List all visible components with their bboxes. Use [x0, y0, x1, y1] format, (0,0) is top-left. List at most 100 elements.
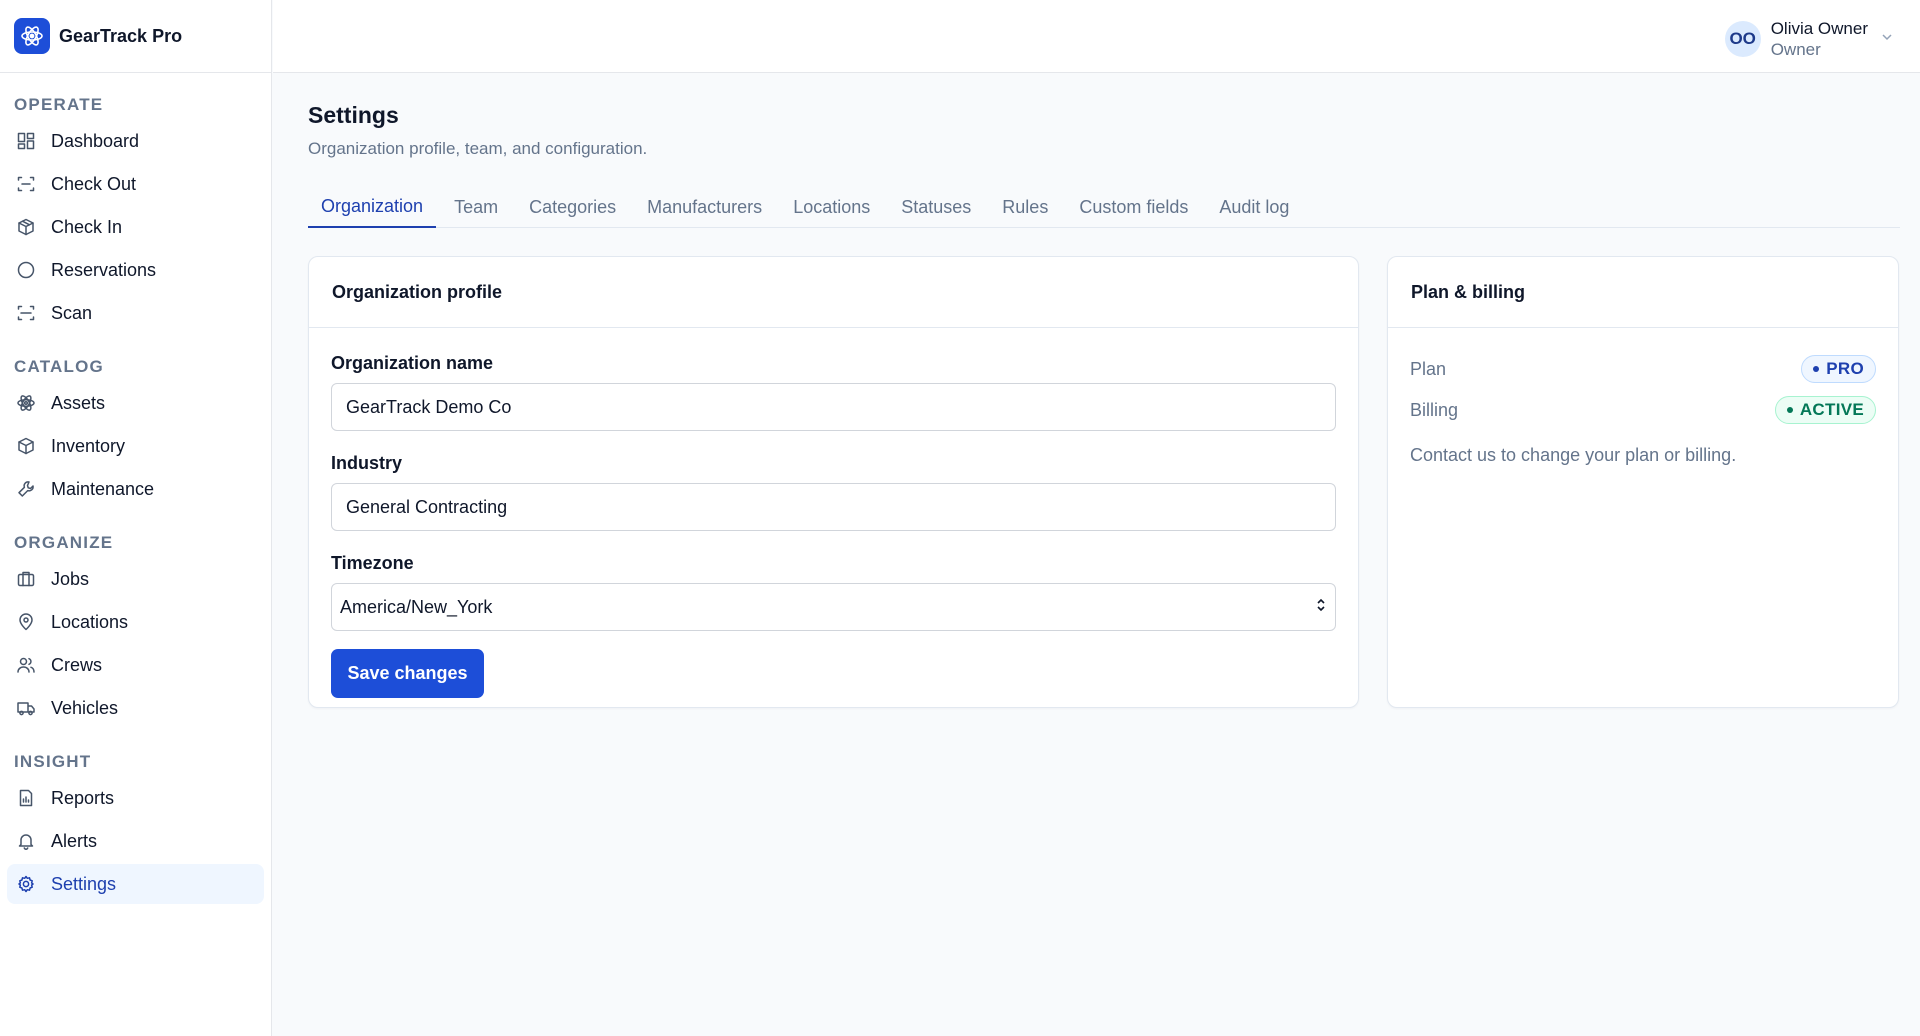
tab-custom-fields[interactable]: Custom fields	[1066, 186, 1201, 228]
nav-section-operate: OPERATE Dashboard Check Out Check In Reserva…	[0, 85, 271, 333]
plan-label: Plan	[1410, 358, 1447, 379]
page-title: Settings	[308, 102, 399, 128]
sidebar-item-reservations[interactable]: Reservations	[7, 250, 264, 290]
bell-icon	[15, 830, 37, 852]
grid-icon	[15, 130, 37, 152]
card-title: Organization profile	[309, 257, 1358, 328]
sidebar-item-vehicles[interactable]: Vehicles	[7, 688, 264, 728]
sidebar-item-label: Check In	[51, 216, 123, 237]
tab-statuses[interactable]: Statuses	[888, 186, 984, 228]
billing-row: Billing ACTIVE	[1410, 395, 1876, 425]
scan-frame-icon	[15, 173, 37, 195]
tab-audit-log[interactable]: Audit log	[1206, 186, 1302, 228]
top-bar: OO Olivia Owner Owner	[273, 0, 1920, 73]
sidebar-item-label: Reports	[51, 787, 115, 808]
sidebar-item-label: Crews	[51, 654, 103, 675]
sidebar-nav: OPERATE Dashboard Check Out Check In Reserva…	[0, 85, 271, 904]
tab-rules[interactable]: Rules	[989, 186, 1061, 228]
sidebar-item-label: Settings	[51, 873, 117, 894]
nav-heading: CATALOG	[14, 357, 104, 376]
brand-name: GearTrack Pro	[59, 25, 183, 46]
user-role: Owner	[1770, 40, 1821, 59]
timezone-label: Timezone	[331, 553, 414, 573]
sidebar-item-label: Maintenance	[51, 478, 155, 499]
sidebar-item-reports[interactable]: Reports	[7, 778, 264, 818]
sidebar-item-locations[interactable]: Locations	[7, 602, 264, 642]
chevron-down-icon	[1880, 30, 1894, 49]
sidebar-item-label: Reservations	[51, 259, 157, 280]
dot-icon	[1813, 366, 1820, 372]
plan-billing-card: Plan & billing Plan PRO Billing ACTIVE C…	[1387, 256, 1899, 708]
dot-icon	[1786, 407, 1793, 413]
atom-logo-icon	[14, 18, 50, 54]
organization-name-input[interactable]: GearTrack Demo Co	[331, 383, 1336, 431]
timezone-value: America/New_York	[340, 596, 493, 617]
sidebar-item-label: Check Out	[51, 173, 137, 194]
avatar: OO	[1724, 21, 1761, 57]
timezone-select[interactable]: America/New_York	[331, 583, 1336, 631]
billing-badge: ACTIVE	[1774, 396, 1876, 424]
nav-section-insight: INSIGHT Reports Alerts Settings	[0, 742, 271, 904]
map-pin-icon	[15, 611, 37, 633]
sidebar-item-label: Jobs	[51, 568, 90, 589]
sidebar-item-assets[interactable]: Assets	[7, 383, 264, 423]
brand[interactable]: GearTrack Pro	[0, 0, 271, 73]
industry-label: Industry	[331, 453, 403, 473]
plan-note: Contact us to change your plan or billin…	[1410, 445, 1737, 465]
wrench-icon	[15, 478, 37, 500]
atom-icon	[15, 392, 37, 414]
sidebar-item-label: Scan	[51, 302, 93, 323]
sidebar-item-label: Locations	[51, 611, 129, 632]
gear-icon	[15, 873, 37, 895]
report-icon	[15, 787, 37, 809]
sidebar-item-dashboard[interactable]: Dashboard	[7, 121, 264, 161]
plan-row: Plan PRO	[1410, 354, 1876, 384]
sidebar-item-label: Inventory	[51, 435, 126, 456]
save-changes-button[interactable]: Save changes	[331, 649, 484, 698]
box-icon	[15, 216, 37, 238]
tab-team[interactable]: Team	[441, 186, 511, 228]
users-icon	[15, 654, 37, 676]
scan-icon	[15, 302, 37, 324]
tab-categories[interactable]: Categories	[516, 186, 629, 228]
page-subtitle: Organization profile, team, and configur…	[308, 139, 648, 158]
sidebar-item-scan[interactable]: Scan	[7, 293, 264, 333]
billing-label: Billing	[1410, 399, 1459, 420]
briefcase-icon	[15, 568, 37, 590]
truck-icon	[15, 697, 37, 719]
industry-input[interactable]: General Contracting	[331, 483, 1336, 531]
plan-badge: PRO	[1801, 355, 1876, 383]
sidebar-item-label: Alerts	[51, 830, 98, 851]
sidebar-item-label: Dashboard	[51, 130, 140, 151]
sidebar-item-label: Vehicles	[51, 697, 119, 718]
sidebar-item-jobs[interactable]: Jobs	[7, 559, 264, 599]
tab-manufacturers[interactable]: Manufacturers	[634, 186, 775, 228]
plan-badge-text: PRO	[1826, 359, 1864, 378]
sidebar-item-check-out[interactable]: Check Out	[7, 164, 264, 204]
sidebar-item-crews[interactable]: Crews	[7, 645, 264, 685]
sidebar-item-check-in[interactable]: Check In	[7, 207, 264, 247]
sidebar-item-maintenance[interactable]: Maintenance	[7, 469, 264, 509]
nav-section-catalog: CATALOG Assets Inventory Maintenance	[0, 347, 271, 509]
package-icon	[15, 435, 37, 457]
sidebar-item-inventory[interactable]: Inventory	[7, 426, 264, 466]
nav-heading: OPERATE	[14, 95, 104, 114]
sidebar: GearTrack Pro OPERATE Dashboard Check Out C…	[0, 0, 272, 1036]
sidebar-item-settings[interactable]: Settings	[7, 864, 264, 904]
sidebar-item-label: Assets	[51, 392, 106, 413]
main-content: Settings Organization profile, team, and…	[308, 73, 1900, 708]
organization-profile-card: Organization profile Organization name G…	[308, 256, 1359, 708]
circle-icon	[15, 259, 37, 281]
billing-badge-text: ACTIVE	[1799, 400, 1864, 419]
nav-heading: ORGANIZE	[14, 533, 114, 552]
card-title: Plan & billing	[1388, 257, 1898, 328]
user-menu[interactable]: OO Olivia Owner Owner	[1724, 18, 1894, 60]
settings-tabs: Organization Team Categories Manufacturers L…	[308, 186, 1900, 228]
tab-organization[interactable]: Organization	[308, 186, 437, 228]
nav-section-organize: ORGANIZE Jobs Locations Crews Vehicles	[0, 523, 271, 728]
organization-name-label: Organization name	[331, 353, 494, 373]
nav-heading: INSIGHT	[14, 752, 92, 771]
sidebar-item-alerts[interactable]: Alerts	[7, 821, 264, 861]
tab-locations[interactable]: Locations	[780, 186, 883, 228]
user-name: Olivia Owner	[1770, 19, 1868, 38]
